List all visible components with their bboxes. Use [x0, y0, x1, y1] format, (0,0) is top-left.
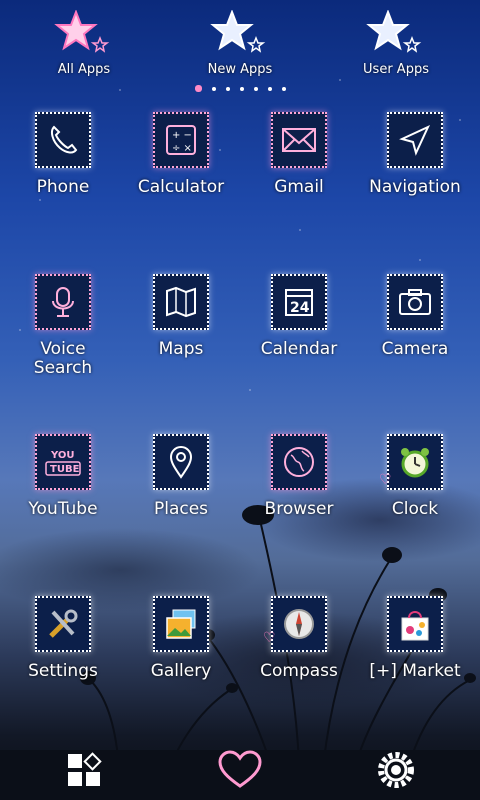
app-gallery[interactable]: Gallery — [122, 596, 240, 681]
calendar-icon: 24 — [271, 274, 327, 330]
page-dot — [253, 86, 258, 91]
alarm-clock-icon: ♡ — [379, 434, 443, 490]
gear-icon — [378, 752, 414, 788]
dock — [0, 740, 480, 800]
app-label: Browser — [264, 499, 334, 519]
app-calculator[interactable]: + − ÷ × Calculator — [122, 112, 240, 197]
app-label: Navigation — [369, 177, 461, 197]
shopping-bag-icon — [387, 596, 443, 652]
app-label: Calculator — [137, 177, 225, 197]
app-compass[interactable]: ♡ Compass — [240, 596, 358, 681]
svg-text:÷ ×: ÷ × — [172, 143, 192, 154]
app-market[interactable]: [+] Market — [356, 596, 474, 681]
star-icon — [366, 10, 422, 53]
app-calendar[interactable]: 24 Calendar — [240, 274, 358, 359]
camera-icon — [387, 274, 443, 330]
app-label: Gmail — [274, 177, 324, 197]
settings-button[interactable] — [356, 740, 436, 800]
svg-text:+ −: + − — [172, 130, 192, 141]
youtube-tube: TUBE — [50, 464, 80, 475]
location-pin-icon — [153, 434, 209, 490]
tab-user-apps-label: User Apps — [363, 62, 429, 77]
app-label: YouTube — [28, 499, 98, 519]
microphone-icon — [35, 274, 91, 330]
app-navigation[interactable]: Navigation — [356, 112, 474, 197]
app-label: Clock — [391, 499, 439, 519]
page-indicator — [0, 78, 480, 92]
page-dot — [225, 86, 230, 91]
page-dot — [267, 86, 272, 91]
app-maps[interactable]: Maps — [122, 274, 240, 359]
app-drawer-icon — [68, 752, 102, 786]
globe-icon — [271, 434, 327, 490]
map-icon — [153, 274, 209, 330]
gmail-icon — [271, 112, 327, 168]
app-settings[interactable]: Settings — [4, 596, 122, 681]
app-browser[interactable]: Browser — [240, 434, 358, 519]
heart-decoration-icon: ♡ — [379, 472, 392, 488]
tab-new-apps-label: New Apps — [207, 62, 273, 77]
tab-new-apps[interactable]: New Apps — [190, 10, 290, 77]
page-dot — [281, 86, 286, 91]
compass-icon: ♡ — [263, 596, 327, 652]
favorite-button[interactable] — [200, 740, 280, 800]
app-label: Calendar — [260, 339, 338, 359]
tab-all-apps-label: All Apps — [57, 62, 111, 77]
app-label: Places — [153, 499, 209, 519]
star-icon — [210, 10, 266, 53]
app-places[interactable]: Places — [122, 434, 240, 519]
app-label: Maps — [158, 339, 204, 359]
app-camera[interactable]: Camera — [356, 274, 474, 359]
calendar-day: 24 — [290, 300, 310, 316]
tab-user-apps[interactable]: User Apps — [346, 10, 446, 77]
youtube-icon: YOU TUBE — [35, 434, 91, 490]
page-dot — [239, 86, 244, 91]
app-phone[interactable]: Phone — [4, 112, 122, 197]
page-dot-active — [194, 85, 202, 92]
app-gmail[interactable]: Gmail — [240, 112, 358, 197]
tools-icon — [35, 596, 91, 652]
app-youtube[interactable]: YOU TUBE YouTube — [4, 434, 122, 519]
app-label: Phone — [36, 177, 90, 197]
app-label: Camera — [381, 339, 449, 359]
photos-icon — [153, 596, 209, 652]
youtube-you: YOU — [50, 450, 75, 461]
app-label: Compass — [260, 661, 338, 681]
star-icon — [54, 10, 110, 53]
calculator-icon: + − ÷ × — [153, 112, 209, 168]
app-voice-search[interactable]: Voice Search — [4, 274, 122, 378]
tab-all-apps[interactable]: All Apps — [34, 10, 134, 77]
page-dot — [211, 86, 216, 91]
heart-decoration-icon: ♡ — [263, 630, 276, 646]
app-label: Settings — [28, 661, 98, 681]
phone-icon — [35, 112, 91, 168]
heart-icon — [218, 750, 262, 788]
app-label: Voice Search — [33, 339, 93, 378]
navigation-icon — [387, 112, 443, 168]
app-clock[interactable]: ♡ Clock — [356, 434, 474, 519]
app-label: [+] Market — [369, 661, 461, 681]
app-drawer-button[interactable] — [44, 740, 124, 800]
app-label: Gallery — [150, 661, 212, 681]
